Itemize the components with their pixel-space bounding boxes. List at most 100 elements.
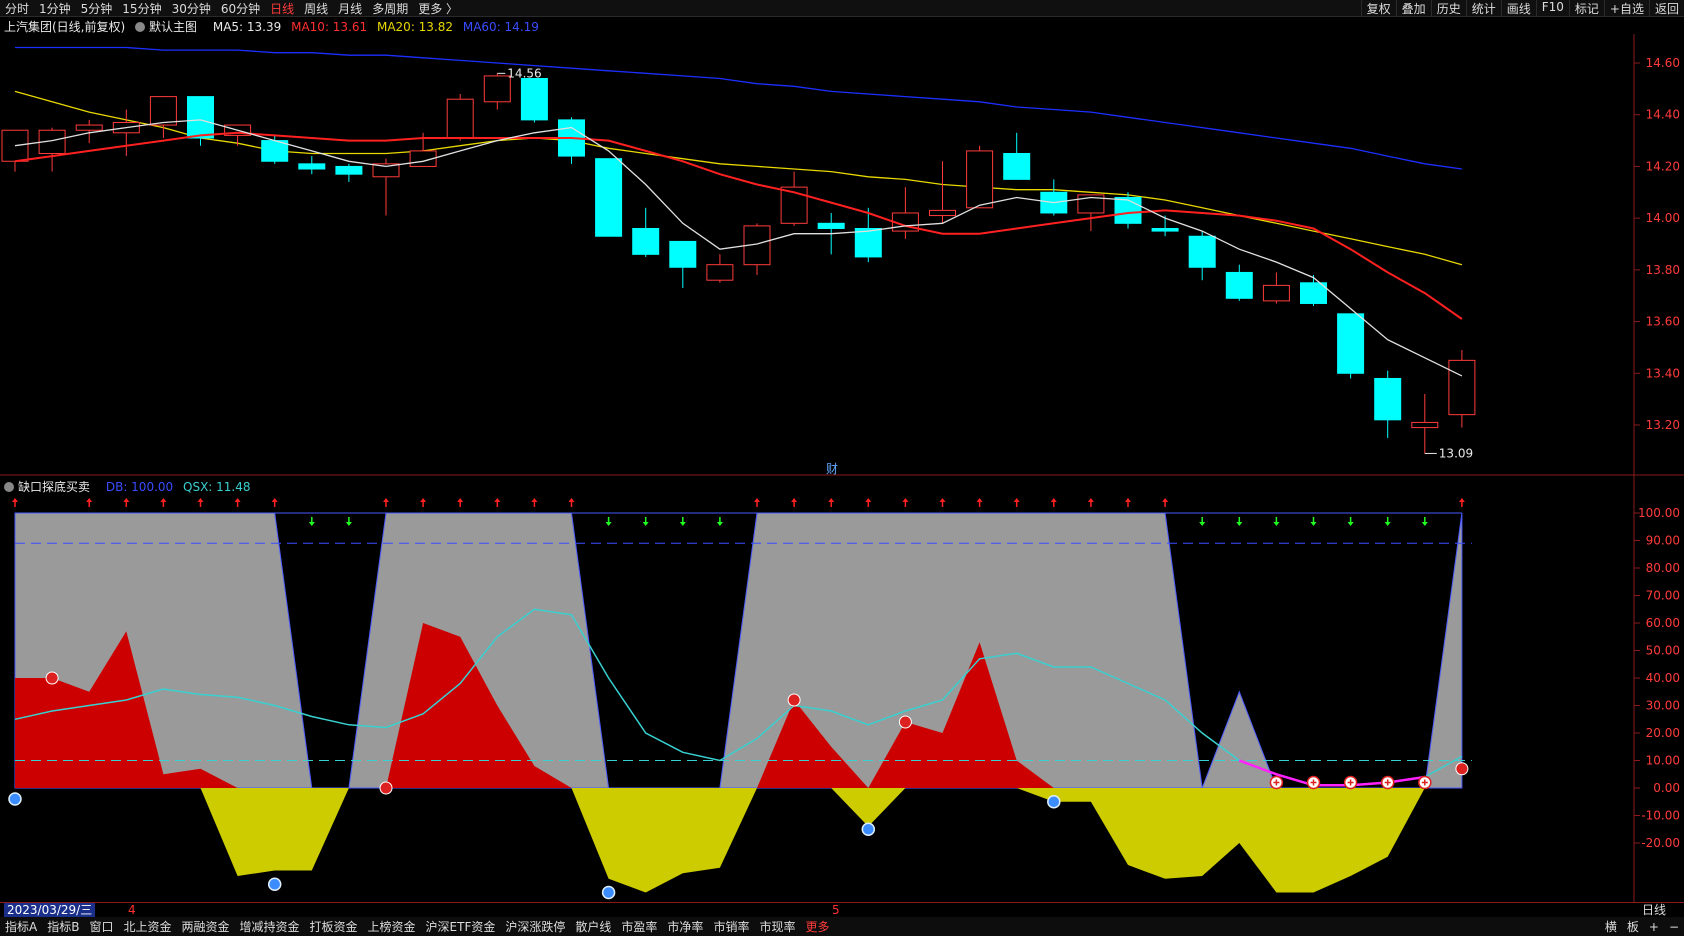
ind-y-tick-0: 100.00 [1638,506,1680,520]
month-mark-april: 4 [128,903,136,917]
period-tab-5[interactable]: 60分钟 [216,0,265,17]
down-arrow-head [1384,522,1391,526]
up-arrow-icon-26 [976,498,983,507]
bottom-right-controls: 横板 + − [1600,917,1684,936]
up-arrow-head [828,498,835,502]
template-label: 默认主图 [149,20,198,34]
toolbar-button-3[interactable]: 统计 [1465,0,1501,16]
up-arrow-head [1162,498,1169,502]
bottom-tab-5[interactable]: 增减持资金 [235,918,305,935]
candle-16 [595,158,623,237]
yellow-area-series [15,788,1462,893]
main-y-tick-7: 13.20 [1646,418,1680,432]
period-tab-8[interactable]: 月线 [333,0,367,17]
low-price-label: 13.09 [1439,446,1473,460]
down-arrow-icon-18 [679,517,686,526]
bottom-control-1[interactable]: 板 [1622,918,1644,935]
candle-21 [780,171,808,226]
template-selector[interactable]: 默认主图 [135,20,203,34]
bottom-tab-4[interactable]: 两融资金 [176,918,234,935]
bottom-tab-10[interactable]: 散户线 [570,918,616,935]
up-arrow-head [1087,498,1094,502]
toolbar-button-5[interactable]: F10 [1535,0,1569,16]
period-tab-0[interactable]: 分时 [0,0,34,17]
up-arrow-icon-24 [902,498,909,507]
period-tag: 日线 [1641,903,1666,917]
candle-3 [112,109,140,157]
candle-body-23 [854,227,882,258]
period-tab-3[interactable]: 15分钟 [117,0,166,17]
bottom-tab-7[interactable]: 上榜资金 [363,918,421,935]
period-tab-10[interactable]: 更多 〉 [413,0,463,17]
candle-34 [1262,272,1290,304]
down-arrow-head [308,522,315,526]
toolbar-button-4[interactable]: 画线 [1500,0,1536,16]
toolbar-button-8[interactable]: 返回 [1648,0,1684,16]
bottom-tab-8[interactable]: 沪深ETF资金 [421,918,501,935]
bottom-control-3[interactable]: − [1664,920,1684,934]
candle-17 [632,207,660,257]
bottom-tab-3[interactable]: 北上资金 [118,918,176,935]
ind-y-tick-12: -20.00 [1641,836,1680,850]
period-tabs: 分时 1分钟 5分钟 15分钟 30分钟 60分钟 日线 周线 月线 多周期 更多 〉 [0,0,463,17]
bottom-tab-11[interactable]: 市盈率 [616,918,662,935]
bottom-tab-9[interactable]: 沪深涨跌停 [500,918,570,935]
candle-18 [669,240,697,288]
bottom-tab-6[interactable]: 打板资金 [305,918,363,935]
bottom-tab-13[interactable]: 市销率 [708,918,754,935]
down-arrow-icon-36 [1347,517,1354,526]
up-arrow-icon-20 [754,498,760,507]
bottom-tab-0[interactable]: 指标A [0,918,42,935]
period-tab-6[interactable]: 日线 [265,0,299,17]
red-ball-icon-1 [379,781,393,795]
toolbar-button-2[interactable]: 历史 [1430,0,1466,16]
candle-8 [298,156,326,175]
bottom-tab-1[interactable]: 指标B [42,918,84,935]
candle-37 [1374,370,1402,438]
up-arrow-head [420,498,427,502]
period-tab-1[interactable]: 1分钟 [34,0,76,17]
period-tab-9[interactable]: 多周期 [367,0,413,17]
down-arrow-icon-35 [1310,517,1317,526]
financial-report-marker: 财 [826,462,838,476]
period-tab-2[interactable]: 5分钟 [76,0,118,17]
up-arrow-head [531,498,538,502]
up-arrow-icon-30 [1125,498,1131,507]
period-tab-7[interactable]: 周线 [299,0,333,17]
gear-icon [135,22,146,32]
candle-body-30 [1114,196,1142,224]
candle-body-34 [1262,284,1290,302]
candle-15 [558,117,585,164]
bottom-tab-14[interactable]: 市现率 [754,918,800,935]
period-tab-4[interactable]: 30分钟 [167,0,216,17]
up-arrow-head [791,498,798,502]
up-arrow-icon-14 [531,498,538,507]
candle-9 [335,163,363,182]
toolbar-button-1[interactable]: 叠加 [1395,0,1431,16]
up-arrow-icon-13 [494,498,501,507]
kline-chart[interactable]: 14.60 14.40 14.20 14.00 13.80 13.60 13.40 13.20… [0,34,1684,902]
down-arrow-head [1273,522,1280,526]
up-arrow-head [271,498,278,502]
ma10-value: MA10: 13.61 [291,20,368,34]
toolbar-button-7[interactable]: +自选 [1603,0,1649,16]
bottom-tab-15[interactable]: 更多 [800,918,834,935]
up-arrow-icon-27 [1013,498,1020,507]
toolbar-button-0[interactable]: 复权 [1360,0,1396,16]
candle-body-5 [187,96,214,139]
main-y-tick-1: 14.40 [1646,108,1680,122]
bottom-control-2[interactable]: + [1644,920,1664,934]
down-arrow-icon-37 [1384,517,1391,526]
up-arrow-head [234,498,241,502]
plus-marker-icon-4 [1418,775,1432,790]
bottom-tab-12[interactable]: 市净率 [662,918,708,935]
candle-14 [520,78,548,123]
toolbar-button-6[interactable]: 标记 [1568,0,1604,16]
down-arrow-head [1347,522,1354,526]
bottom-tab-2[interactable]: 窗口 [84,918,118,935]
candle-body-33 [1225,271,1253,299]
candle-19 [706,254,734,283]
bottom-control-0[interactable]: 横 [1600,918,1622,935]
blue-ball-icon-3 [861,822,876,836]
ind-y-tick-7: 30.00 [1646,699,1680,713]
